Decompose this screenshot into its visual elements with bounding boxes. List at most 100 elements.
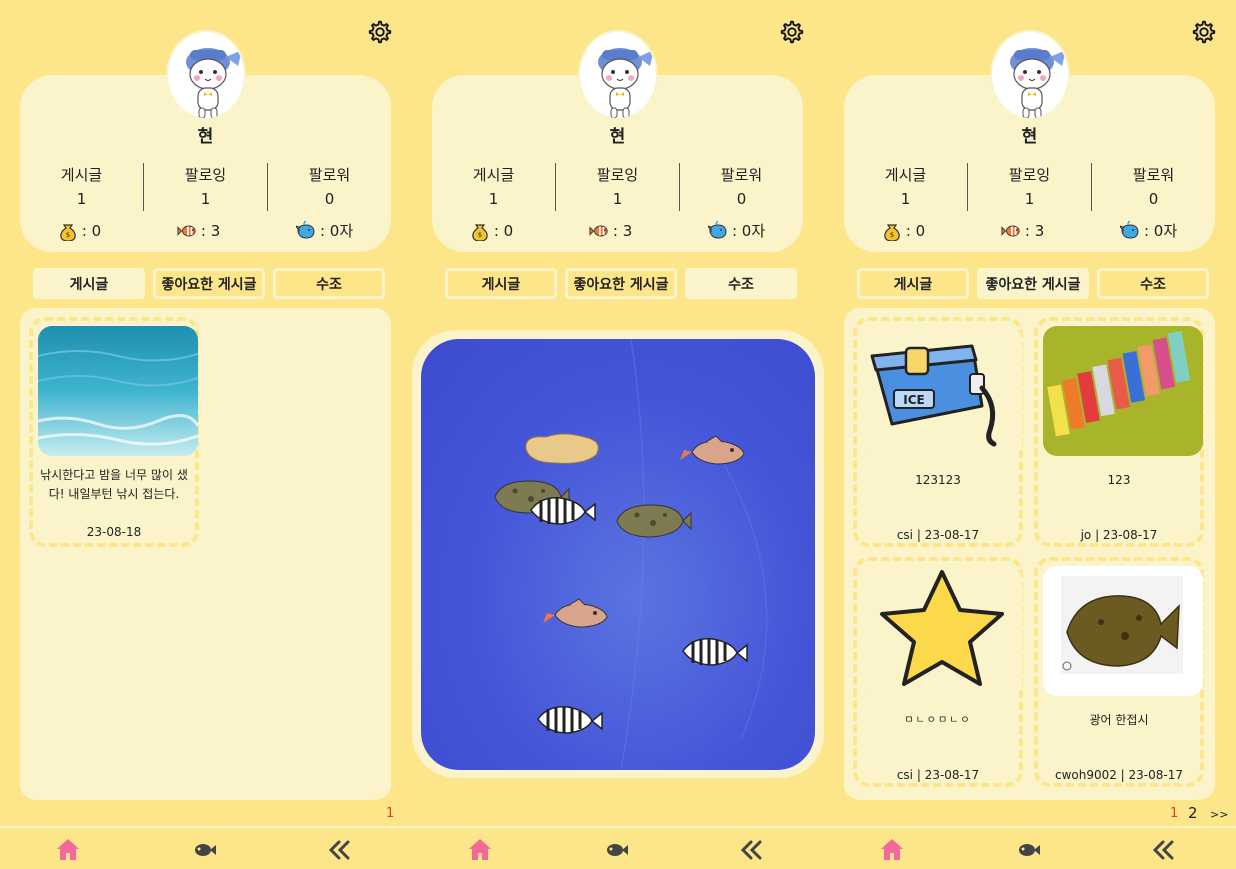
currency-row: : 0 : 3 : 0자 — [844, 220, 1215, 241]
stat-value: 1 — [1024, 190, 1035, 208]
post-image — [862, 566, 1022, 696]
stat-label: 팔로잉 — [1008, 166, 1051, 184]
tab-posts[interactable]: 게시글 — [445, 268, 557, 299]
post-card[interactable]: 낚시한다고 밤을 너무 많이 샜다! 내일부턴 낚시 접는다. 23-08-18 — [29, 317, 199, 547]
coin-count: : 0 — [882, 220, 925, 241]
stat-label: 팔로워 — [1132, 166, 1175, 184]
pagination-page-1[interactable]: 1 — [386, 806, 394, 821]
fish-value: : 3 — [200, 221, 221, 240]
tab-liked-posts[interactable]: 좋아요한 게시글 — [565, 268, 677, 299]
stat-value: 1 — [488, 190, 499, 208]
profile-panel-posts: 현 게시글 1 팔로잉 1 팔로워 0 : 0 : 3 : 0자 게시글 좋아요한 게… — [0, 0, 412, 869]
stat-value: 1 — [200, 190, 211, 208]
post-meta: csi | 23-08-17 — [896, 768, 980, 782]
red-seabream-fish[interactable] — [679, 435, 745, 465]
gear-icon[interactable] — [1190, 18, 1218, 46]
clownfish-icon — [589, 225, 608, 236]
tab-posts[interactable]: 게시글 — [857, 268, 969, 299]
profile-tabs: 게시글 좋아요한 게시글 수조 — [445, 268, 797, 299]
sand-flatfish[interactable] — [525, 433, 599, 464]
red-seabream-fish[interactable] — [542, 598, 608, 628]
stat-followers[interactable]: 팔로워 0 — [679, 163, 803, 211]
stat-followers[interactable]: 팔로워 0 — [267, 163, 391, 211]
post-card[interactable]: 광어 한접시 cwoh9002 | 23-08-17 — [1034, 557, 1204, 787]
post-meta: cwoh9002 | 23-08-17 — [1054, 768, 1184, 782]
coin-count: : 0 — [58, 220, 101, 241]
profile-panel-aquarium: 현 게시글 1 팔로잉 1 팔로워 0 : 0 : 3 : 0자 게시글 좋아요한 게… — [412, 0, 824, 869]
svg-text:ICE: ICE — [903, 393, 924, 407]
profile-stats: 게시글 1 팔로잉 1 팔로워 0 — [844, 163, 1215, 211]
striped-beakfish[interactable] — [536, 705, 604, 735]
striped-beakfish[interactable] — [681, 637, 749, 667]
tab-liked-posts[interactable]: 좋아요한 게시글 — [153, 268, 265, 299]
stat-posts[interactable]: 게시글 1 — [432, 163, 555, 211]
size-value: : 0자 — [731, 222, 766, 240]
home-icon[interactable] — [879, 837, 905, 863]
coin-value: : 0 — [81, 221, 102, 240]
aquarium-tank — [421, 339, 815, 770]
avatar[interactable] — [990, 30, 1070, 120]
profile-panel-liked: 현 게시글 1 팔로잉 1 팔로워 0 : 0 : 3 : 0자 게시글 좋아요한 게… — [824, 0, 1236, 869]
flounder-fish[interactable] — [616, 504, 692, 538]
gear-icon[interactable] — [778, 18, 806, 46]
tab-aquarium[interactable]: 수조 — [273, 268, 385, 299]
bottom-nav — [0, 826, 1236, 869]
profile-tabs: 게시글 좋아요한 게시글 수조 — [33, 268, 385, 299]
fish-value: : 3 — [612, 221, 633, 240]
stat-label: 게시글 — [472, 166, 515, 184]
tab-aquarium[interactable]: 수조 — [1097, 268, 1209, 299]
username: 현 — [197, 127, 214, 147]
profile-stats: 게시글 1 팔로잉 1 팔로워 0 — [432, 163, 803, 211]
fish-icon[interactable] — [191, 837, 217, 863]
coin-value: : 0 — [905, 221, 926, 240]
double-chevron-left-icon[interactable] — [739, 837, 765, 863]
post-image: ICE — [862, 326, 1022, 456]
stat-value: 0 — [324, 190, 335, 208]
avatar[interactable] — [578, 30, 658, 120]
post-card[interactable]: ICE 123123 csi | 23-08-17 — [853, 317, 1023, 547]
stat-following[interactable]: 팔로잉 1 — [967, 163, 1091, 211]
fish-icon[interactable] — [603, 837, 629, 863]
post-image — [1043, 326, 1203, 456]
currency-row: : 0 : 3 : 0자 — [20, 220, 391, 241]
coin-bag-icon — [472, 223, 488, 241]
post-title: 123 — [1107, 473, 1131, 487]
double-chevron-left-icon[interactable] — [327, 837, 353, 863]
pagination-page-2[interactable]: 2 — [1188, 804, 1198, 822]
striped-beakfish[interactable] — [529, 496, 597, 526]
home-icon[interactable] — [55, 837, 81, 863]
post-card[interactable]: ㅁㄴㅇㅁㄴㅇ csi | 23-08-17 — [853, 557, 1023, 787]
profile-tabs: 게시글 좋아요한 게시글 수조 — [857, 268, 1209, 299]
stat-label: 팔로잉 — [596, 166, 639, 184]
double-chevron-left-icon[interactable] — [1151, 837, 1177, 863]
tab-liked-posts[interactable]: 좋아요한 게시글 — [977, 268, 1089, 299]
coin-value: : 0 — [493, 221, 514, 240]
profile-stats: 게시글 1 팔로잉 1 팔로워 0 — [20, 163, 391, 211]
post-body: 낚시한다고 밤을 너무 많이 샜다! 내일부턴 낚시 접는다. — [40, 468, 188, 501]
post-title: 123123 — [915, 473, 961, 487]
clownfish-icon — [1001, 225, 1020, 236]
stat-posts[interactable]: 게시글 1 — [20, 163, 143, 211]
stat-value: 0 — [1148, 190, 1159, 208]
coin-bag-icon — [884, 223, 900, 241]
stat-label: 게시글 — [884, 166, 927, 184]
post-card[interactable]: 123 jo | 23-08-17 — [1034, 317, 1204, 547]
post-title: 광어 한접시 — [1089, 713, 1149, 727]
stat-posts[interactable]: 게시글 1 — [844, 163, 967, 211]
post-image — [38, 326, 198, 456]
gear-icon[interactable] — [366, 18, 394, 46]
username: 현 — [1021, 127, 1038, 147]
fish-count: : 3 — [177, 220, 220, 241]
home-icon[interactable] — [467, 837, 493, 863]
tab-aquarium[interactable]: 수조 — [685, 268, 797, 299]
pagination-next[interactable]: >> — [1210, 808, 1228, 821]
avatar[interactable] — [166, 30, 246, 120]
stat-following[interactable]: 팔로잉 1 — [555, 163, 679, 211]
fish-count: : 3 — [1001, 220, 1044, 241]
pagination-page-1[interactable]: 1 — [1170, 806, 1178, 821]
stat-following[interactable]: 팔로잉 1 — [143, 163, 267, 211]
tab-posts[interactable]: 게시글 — [33, 268, 145, 299]
stat-value: 0 — [736, 190, 747, 208]
stat-followers[interactable]: 팔로워 0 — [1091, 163, 1215, 211]
fish-icon[interactable] — [1015, 837, 1041, 863]
